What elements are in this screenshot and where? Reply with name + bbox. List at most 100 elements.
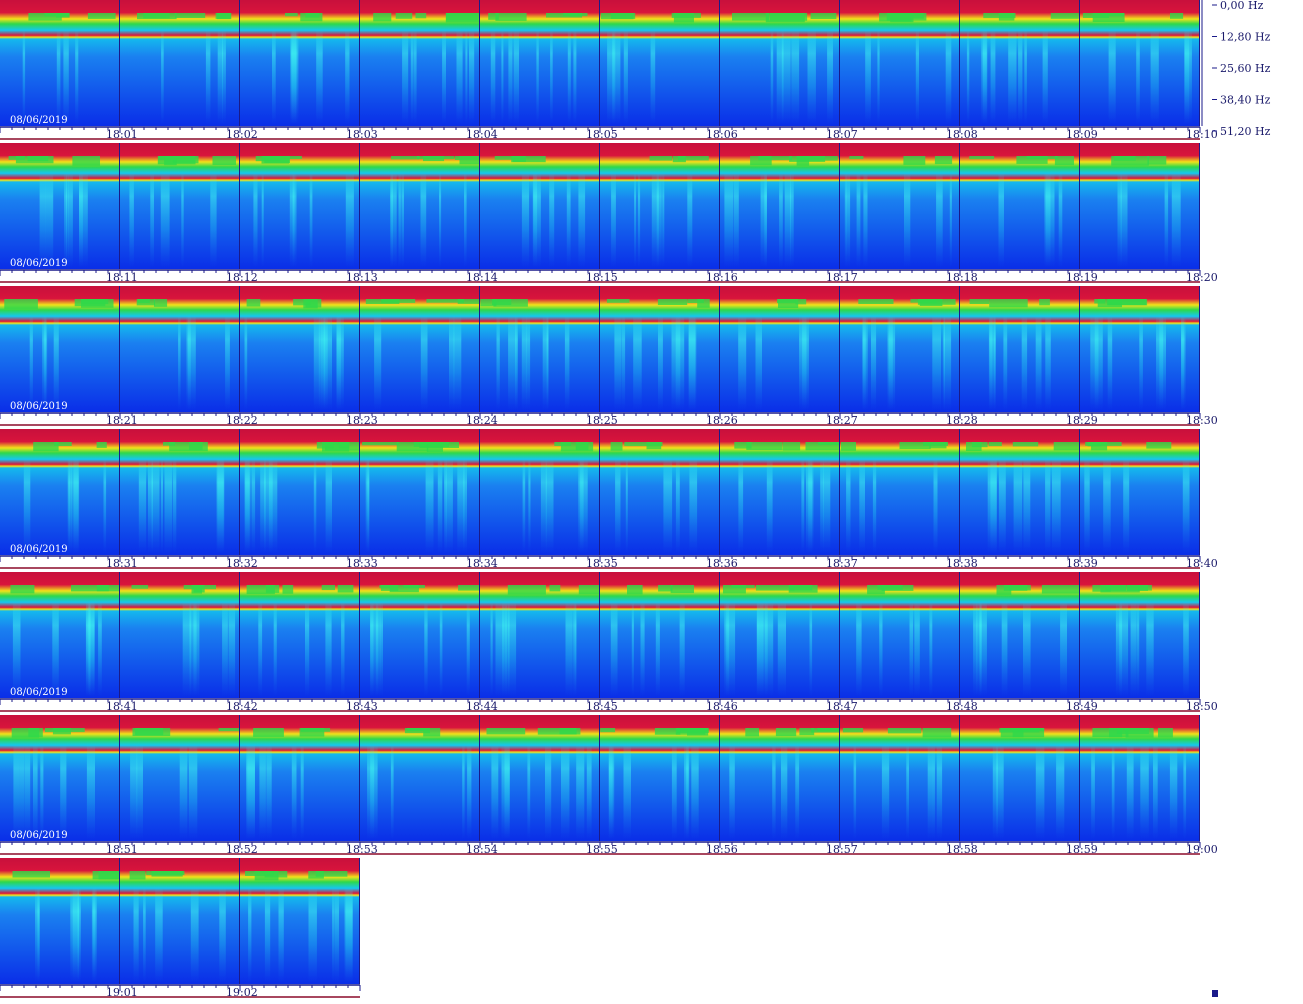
minute-panel bbox=[240, 572, 360, 698]
streak-mark bbox=[334, 888, 339, 982]
streak-mark bbox=[675, 316, 685, 410]
streak-mark bbox=[164, 459, 172, 553]
streak-mark bbox=[729, 745, 735, 839]
energy-band bbox=[289, 156, 302, 159]
streak-mark bbox=[528, 459, 531, 553]
streak-mark bbox=[278, 888, 284, 982]
streak-mark bbox=[345, 888, 353, 982]
minute-panel bbox=[840, 715, 960, 841]
streak-mark bbox=[625, 459, 628, 553]
streak-mark bbox=[160, 459, 163, 553]
streak-mark bbox=[45, 173, 54, 267]
streak-mark bbox=[927, 745, 934, 839]
streak-mark bbox=[784, 173, 791, 267]
streak-mark bbox=[151, 459, 160, 553]
streak-mark bbox=[402, 30, 409, 124]
streak-mark bbox=[133, 888, 139, 982]
minute-panel bbox=[480, 572, 612, 698]
streak-mark bbox=[150, 173, 154, 267]
time-tick-label: 18:12 bbox=[226, 271, 258, 284]
streak-mark bbox=[341, 602, 345, 696]
energy-band bbox=[154, 299, 168, 307]
energy-band bbox=[395, 13, 413, 19]
streak-mark bbox=[469, 30, 475, 124]
energy-band bbox=[362, 442, 399, 446]
energy-band bbox=[305, 13, 320, 18]
time-tick-label: 18:44 bbox=[466, 700, 498, 713]
streak-mark bbox=[1120, 173, 1128, 267]
streak-mark bbox=[316, 30, 323, 124]
minute-panel bbox=[120, 572, 240, 698]
energy-band bbox=[28, 13, 62, 21]
streak-mark bbox=[217, 459, 224, 553]
streak-mark bbox=[772, 745, 776, 839]
streak-mark bbox=[1103, 459, 1111, 553]
frequency-tick-label: 38,40 Hz bbox=[1220, 94, 1271, 107]
time-tick-label: 18:35 bbox=[586, 557, 618, 570]
streak-mark bbox=[621, 316, 626, 410]
energy-band bbox=[746, 442, 783, 450]
energy-band bbox=[137, 299, 150, 304]
streak-mark bbox=[193, 602, 200, 696]
minute-panel bbox=[600, 0, 720, 126]
streak-mark bbox=[566, 173, 571, 267]
streak-mark bbox=[687, 173, 693, 267]
streak-mark bbox=[1183, 745, 1187, 839]
streak-mark bbox=[467, 745, 472, 839]
streak-mark bbox=[567, 30, 571, 124]
time-tick-label: 18:27 bbox=[826, 414, 858, 427]
frequency-tick-label: 25,60 Hz bbox=[1220, 62, 1271, 75]
time-tick-label: 18:13 bbox=[346, 271, 378, 284]
energy-band bbox=[87, 13, 116, 19]
minute-panel bbox=[840, 286, 960, 412]
streak-mark bbox=[248, 888, 252, 982]
minute-panel bbox=[0, 0, 120, 126]
streak-mark bbox=[936, 745, 943, 839]
streak-mark bbox=[1107, 316, 1113, 410]
energy-band bbox=[1107, 299, 1148, 306]
energy-band bbox=[426, 299, 464, 303]
streak-mark bbox=[442, 30, 446, 124]
energy-band bbox=[929, 442, 947, 449]
streak-mark bbox=[1018, 30, 1023, 124]
streak-mark bbox=[1183, 602, 1189, 696]
time-tick-label: 18:15 bbox=[586, 271, 618, 284]
energy-band bbox=[264, 871, 288, 878]
energy-band bbox=[175, 13, 206, 18]
energy-band bbox=[1158, 728, 1173, 738]
streak-mark bbox=[289, 173, 297, 267]
streak-mark bbox=[766, 459, 773, 553]
streak-mark bbox=[219, 888, 226, 982]
streak-mark bbox=[572, 602, 576, 696]
streak-mark bbox=[614, 316, 622, 410]
streak-mark bbox=[663, 459, 673, 553]
energy-band bbox=[373, 13, 392, 22]
time-tick-label: 18:14 bbox=[466, 271, 498, 284]
time-tick-label: 18:01 bbox=[106, 128, 138, 141]
energy-band bbox=[1000, 728, 1024, 738]
streak-mark bbox=[1035, 316, 1042, 410]
streak-mark bbox=[990, 30, 996, 124]
minute-panel bbox=[600, 715, 720, 841]
energy-band bbox=[15, 156, 54, 164]
energy-band bbox=[308, 871, 324, 879]
energy-band bbox=[389, 585, 419, 593]
streak-mark bbox=[546, 316, 549, 410]
minute-panel bbox=[120, 286, 240, 412]
time-tick-label: 18:41 bbox=[106, 700, 138, 713]
streak-mark bbox=[791, 30, 800, 124]
energy-band bbox=[511, 156, 546, 163]
streak-mark bbox=[130, 745, 138, 839]
streak-mark bbox=[1058, 173, 1063, 267]
streak-mark bbox=[247, 745, 255, 839]
streak-mark bbox=[756, 602, 760, 696]
streak-mark bbox=[545, 745, 552, 839]
energy-band bbox=[758, 156, 792, 161]
time-tick-label: 18:29 bbox=[1066, 414, 1098, 427]
time-tick-label: 18:23 bbox=[346, 414, 378, 427]
streak-mark bbox=[1164, 173, 1169, 267]
streak-mark bbox=[846, 459, 851, 553]
streak-mark bbox=[56, 30, 61, 124]
streak-mark bbox=[998, 459, 1006, 553]
minute-panel bbox=[1080, 0, 1200, 126]
